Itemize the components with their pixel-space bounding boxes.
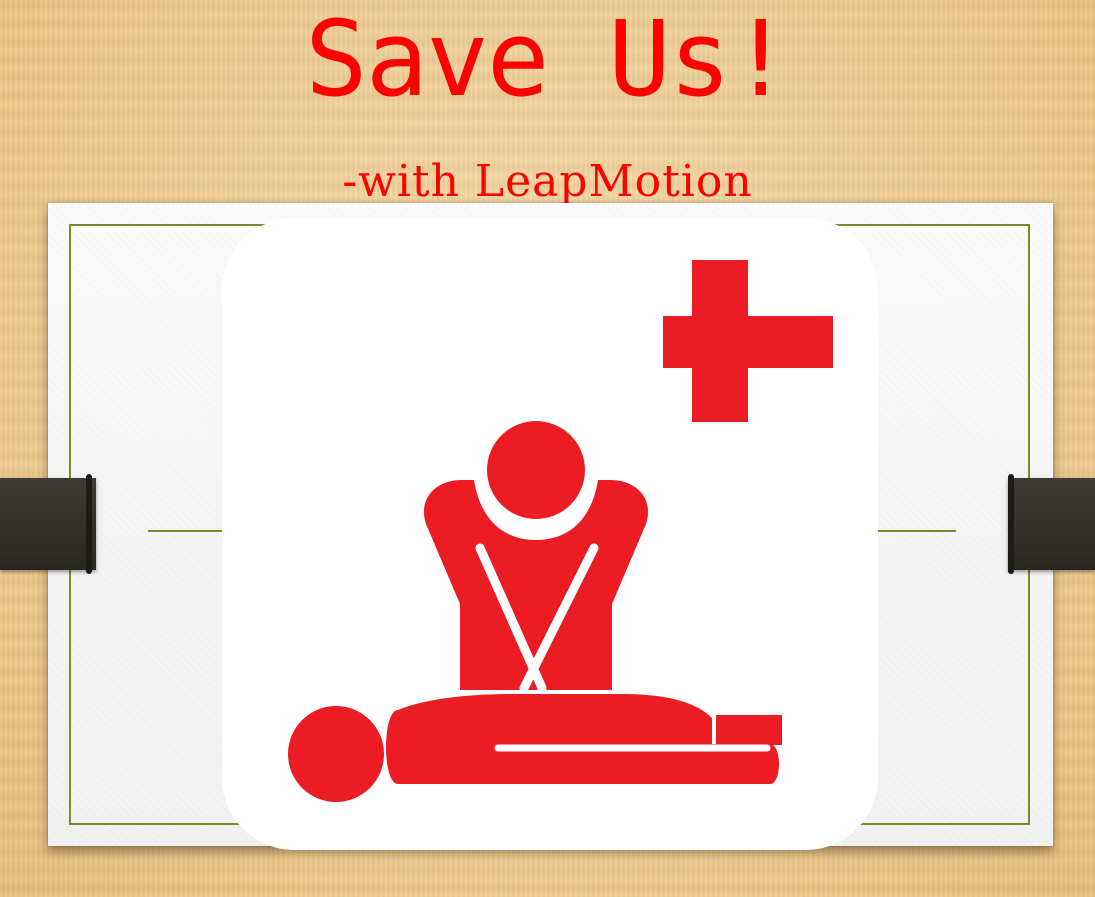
slide-title: Save Us! [305, 0, 792, 120]
slide: Save Us! -with LeapMotion [0, 0, 1095, 897]
patient-head [288, 706, 384, 802]
binder-strap-right-edge [1008, 474, 1014, 574]
binder-strap-left [0, 478, 96, 570]
patient-feet [716, 715, 782, 745]
cpr-icon-tile [222, 218, 878, 850]
cpr-first-aid-icon [288, 260, 833, 802]
red-cross-icon [663, 260, 833, 422]
divider-rule-right [868, 530, 956, 532]
binder-strap-left-edge [86, 474, 92, 574]
binder-strap-right [1008, 478, 1095, 570]
rescuer-head [487, 421, 585, 519]
